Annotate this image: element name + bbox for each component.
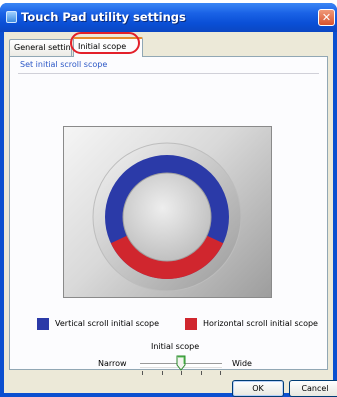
cancel-button[interactable]: Cancel <box>289 380 337 397</box>
slider-tick <box>220 371 221 375</box>
slider-min-label: Narrow <box>98 359 127 368</box>
initial-scope-slider[interactable] <box>138 355 224 376</box>
tab-general-settings[interactable]: General settings <box>9 39 72 56</box>
scope-ring-graphic <box>63 126 272 298</box>
legend-label-horizontal: Horizontal scroll initial scope <box>203 319 318 328</box>
dialog-window: Touch Pad utility settings ✕ General set… <box>0 3 337 397</box>
group-divider <box>18 73 319 74</box>
slider-tick <box>142 371 143 375</box>
scope-ring-svg <box>92 142 242 292</box>
slider-tick <box>161 371 163 375</box>
inner-disc <box>122 172 212 262</box>
title-bar[interactable]: Touch Pad utility settings ✕ <box>0 3 337 32</box>
window-title: Touch Pad utility settings <box>21 10 186 24</box>
tab-initial-scope[interactable]: Initial scope <box>73 37 143 57</box>
slider-max-label: Wide <box>232 359 252 368</box>
group-label: Set initial scroll scope <box>20 60 108 69</box>
legend-label-vertical: Vertical scroll initial scope <box>55 319 160 328</box>
ok-button[interactable]: OK <box>232 380 284 397</box>
slider-tick <box>181 371 182 375</box>
slider-thumb[interactable] <box>176 355 186 371</box>
legend-swatch-vertical <box>37 318 49 330</box>
dialog-client-area: General settings Initial scope Set initi… <box>4 32 337 397</box>
slider-tick <box>200 371 202 375</box>
app-icon <box>6 11 17 23</box>
slider-caption: Initial scope <box>151 342 200 351</box>
legend-swatch-horizontal <box>185 318 197 330</box>
tab-panel: Set initial scroll scope Vertical scroll… <box>9 56 328 375</box>
close-button[interactable]: ✕ <box>318 9 335 26</box>
